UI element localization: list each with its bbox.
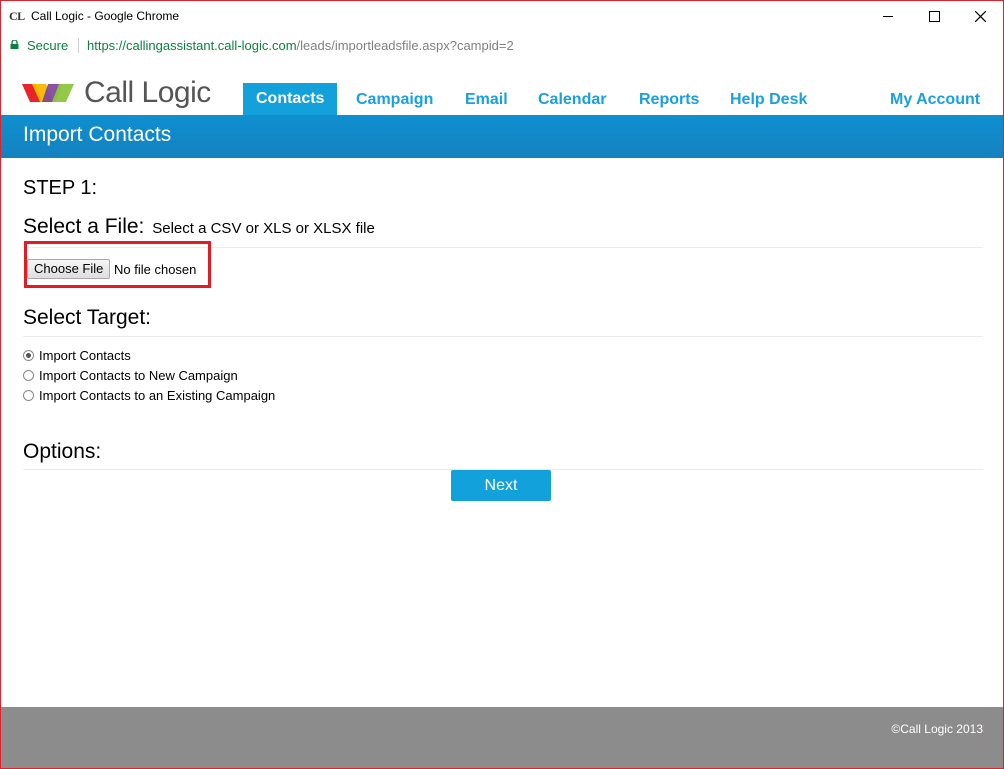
- nav-contacts[interactable]: Contacts: [243, 83, 338, 115]
- copyright-text: ©Call Logic 2013: [891, 722, 983, 736]
- select-file-heading: Select a File: Select a CSV or XLS or XL…: [23, 215, 375, 239]
- page-footer: ©Call Logic 2013: [1, 707, 1003, 768]
- next-button[interactable]: Next: [451, 470, 551, 501]
- nav-campaign[interactable]: Campaign: [343, 84, 446, 116]
- title-bar: CL Call Logic - Google Chrome: [1, 1, 1003, 32]
- page-banner: Import Contacts: [1, 115, 1003, 158]
- call-logic-logo[interactable]: Call Logic: [22, 73, 211, 113]
- file-status: No file chosen: [114, 262, 197, 277]
- radio-checked-icon[interactable]: [23, 350, 34, 361]
- target-option-import-contacts[interactable]: Import Contacts: [23, 348, 131, 363]
- minimize-icon: [883, 16, 893, 17]
- address-bar[interactable]: Secure https://callingassistant.call-log…: [1, 32, 1003, 60]
- close-button[interactable]: [957, 1, 1003, 32]
- target-option-label: Import Contacts: [39, 348, 131, 363]
- step-title: STEP 1:: [23, 177, 98, 199]
- target-option-label: Import Contacts to New Campaign: [39, 368, 238, 383]
- close-icon: [974, 11, 986, 22]
- url-text[interactable]: https://callingassistant.call-logic.com/…: [87, 38, 514, 53]
- target-option-existing-campaign[interactable]: Import Contacts to an Existing Campaign: [23, 388, 275, 403]
- select-file-hint: Select a CSV or XLS or XLSX file: [152, 220, 375, 237]
- radio-icon[interactable]: [23, 390, 34, 401]
- logo-text: Call Logic: [84, 76, 211, 109]
- secure-label: Secure: [27, 38, 69, 53]
- nav-help-desk[interactable]: Help Desk: [717, 84, 820, 116]
- maximize-icon: [928, 11, 940, 22]
- divider: [23, 336, 983, 337]
- url-host: https://callingassistant.call-logic.com: [87, 38, 297, 53]
- target-option-label: Import Contacts to an Existing Campaign: [39, 388, 276, 403]
- window-title: Call Logic - Google Chrome: [31, 9, 180, 23]
- maximize-button[interactable]: [911, 1, 957, 32]
- target-option-new-campaign[interactable]: Import Contacts to New Campaign: [23, 368, 238, 383]
- choose-file-button[interactable]: Choose File: [27, 259, 111, 279]
- lock-icon: [10, 40, 19, 49]
- nav-reports[interactable]: Reports: [626, 84, 712, 116]
- nav-my-account[interactable]: My Account: [877, 84, 993, 116]
- page-title: Import Contacts: [23, 123, 172, 146]
- minimize-button[interactable]: [865, 1, 911, 32]
- nav-calendar[interactable]: Calendar: [525, 84, 619, 116]
- address-separator: [78, 38, 79, 53]
- logo-mark-icon: [22, 84, 74, 102]
- site-header: Call Logic Contacts Campaign Email Calen…: [1, 59, 1003, 115]
- select-target-heading: Select Target:: [23, 306, 152, 329]
- url-path: /leads/importleadsfile.aspx?campid=2: [296, 38, 514, 53]
- radio-icon[interactable]: [23, 370, 34, 381]
- nav-email[interactable]: Email: [452, 84, 521, 116]
- browser-window: CL Call Logic - Google Chrome Secure htt…: [0, 0, 1004, 769]
- select-file-heading-text: Select a File:: [23, 215, 145, 238]
- options-heading: Options:: [23, 440, 102, 463]
- favicon-icon: CL: [9, 9, 25, 23]
